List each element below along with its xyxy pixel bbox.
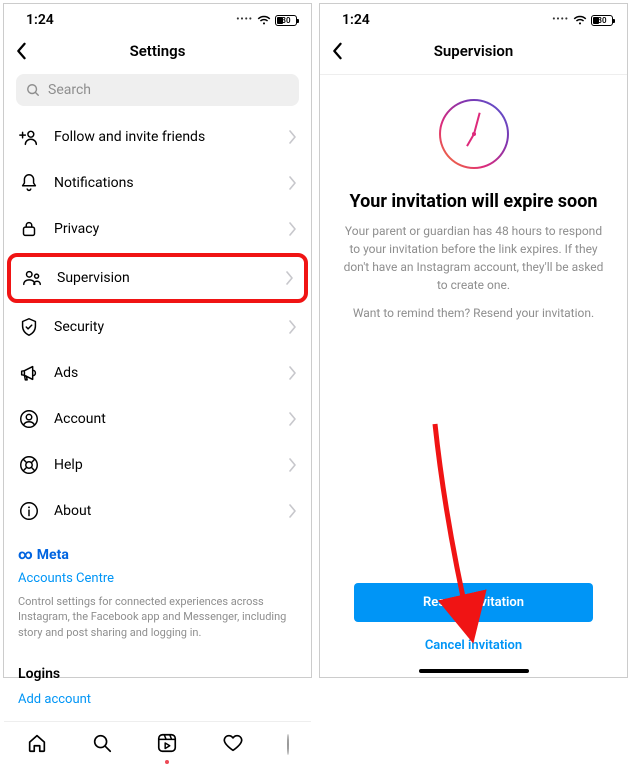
chevron-right-icon [289,366,297,380]
chevron-right-icon [289,504,297,518]
supervision-body: Your invitation will expire soon Your pa… [320,75,627,663]
tab-reels[interactable] [156,732,178,758]
search-icon [91,732,113,754]
chevron-right-icon [289,222,297,236]
tab-bar [4,721,311,762]
chevron-right-icon [286,271,294,285]
header: Settings [4,32,311,74]
battery-icon: 30 [275,15,297,26]
supervision-heading: Your invitation will expire soon [350,191,598,212]
item-label: Ads [54,365,275,381]
page-title: Settings [130,42,186,60]
item-about[interactable]: About [4,488,311,534]
item-security[interactable]: Security [4,304,311,350]
item-label: Help [54,457,275,473]
people-icon [21,267,43,289]
item-account[interactable]: Account [4,396,311,442]
info-icon [18,500,40,522]
logins-heading: Logins [4,652,311,692]
cancel-button[interactable]: Cancel invitation [354,638,593,653]
megaphone-icon [18,362,40,384]
chevron-right-icon [289,130,297,144]
cell-signal-icon: •••• [552,15,569,25]
item-privacy[interactable]: Privacy [4,206,311,252]
avatar-icon [287,734,289,755]
chevron-right-icon [289,176,297,190]
item-label: Notifications [54,175,275,191]
item-help[interactable]: Help [4,442,311,488]
cell-signal-icon: •••• [236,15,253,25]
meta-description: Control settings for connected experienc… [18,594,297,640]
search-icon [26,83,40,97]
item-notifications[interactable]: Notifications [4,160,311,206]
supervision-text-2: Want to remind them? Resend your invitat… [353,304,594,322]
clock-time: 1:24 [342,12,370,28]
item-supervision[interactable]: Supervision [7,253,308,303]
search-input[interactable]: Search [16,74,299,106]
settings-screen: 1:24 •••• 30 Settings Search Follow and … [3,3,312,678]
shield-icon [18,316,40,338]
chevron-right-icon [289,320,297,334]
status-bar: 1:24 •••• 30 [4,4,311,32]
account-icon [18,408,40,430]
home-indicator [419,669,529,673]
wifi-icon [257,15,271,26]
tab-activity[interactable] [222,732,244,758]
back-button[interactable] [330,42,344,64]
supervision-text-1: Your parent or guardian has 48 hours to … [340,222,607,294]
item-label: Supervision [57,270,272,286]
accounts-centre-link[interactable]: Accounts Centre [18,570,297,588]
back-button[interactable] [14,42,28,64]
meta-logo: Meta [18,546,297,566]
resend-button[interactable]: Resend invitation [354,583,593,622]
item-label: Account [54,411,275,427]
home-icon [26,732,48,754]
item-label: About [54,503,275,519]
lock-icon [18,218,40,240]
supervision-screen: 1:24 •••• 30 Supervision Your invitation… [319,3,628,678]
clock-time: 1:24 [26,12,54,28]
wifi-icon [573,15,587,26]
item-label: Security [54,319,275,335]
search-placeholder: Search [48,82,91,98]
tab-home[interactable] [26,732,48,758]
reels-icon [156,732,178,754]
item-ads[interactable]: Ads [4,350,311,396]
add-user-icon [18,126,40,148]
chevron-right-icon [289,412,297,426]
settings-list: Follow and invite friends Notifications … [4,114,311,534]
status-bar: 1:24 •••• 30 [320,4,627,32]
item-label: Follow and invite friends [54,129,275,145]
lifebuoy-icon [18,454,40,476]
bell-icon [18,172,40,194]
page-title: Supervision [434,42,513,60]
clock-icon [439,99,509,169]
header: Supervision [320,32,627,74]
heart-icon [222,732,244,754]
add-account-link[interactable]: Add account [4,692,311,721]
battery-icon: 30 [591,15,613,26]
item-label: Privacy [54,221,275,237]
item-follow-invite[interactable]: Follow and invite friends [4,114,311,160]
chevron-right-icon [289,458,297,472]
meta-section: Meta Accounts Centre Control settings fo… [4,534,311,652]
notification-dot-icon [165,760,169,764]
tab-profile[interactable] [287,735,289,754]
tab-search[interactable] [91,732,113,758]
